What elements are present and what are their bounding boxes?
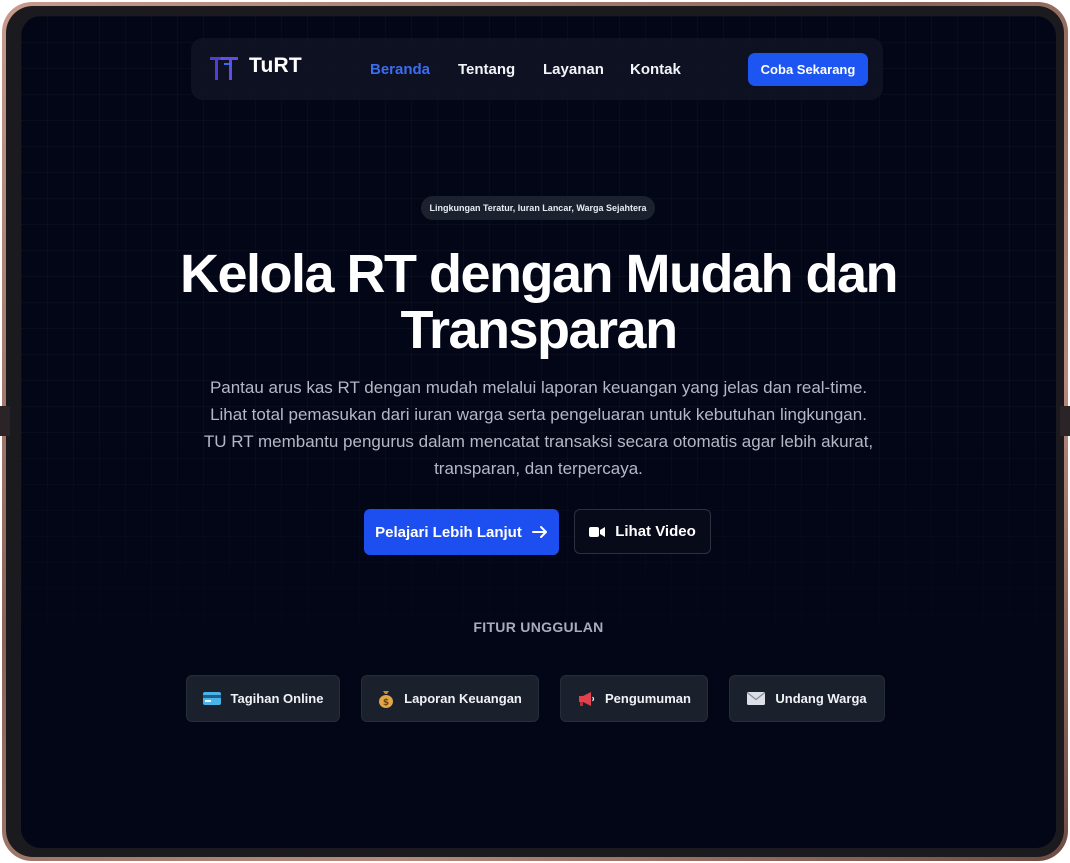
nav-link-layanan[interactable]: Layanan — [543, 61, 604, 78]
credit-card-icon — [202, 692, 221, 705]
feature-label: Laporan Keuangan — [404, 691, 522, 706]
hero-desc-line-3: TU RT membantu pengurus dalam mencatat t… — [203, 432, 874, 451]
megaphone-icon — [577, 691, 595, 707]
svg-text:$: $ — [383, 698, 389, 708]
feature-laporan-keuangan[interactable]: $ Laporan Keuangan — [361, 675, 539, 722]
feature-label: Tagihan Online — [230, 691, 324, 706]
money-bag-icon: $ — [378, 690, 394, 708]
logo-icon[interactable] — [209, 55, 239, 81]
watch-video-label: Lihat Video — [615, 523, 696, 540]
hero-description: Pantau arus kas RT dengan mudah melalui … — [151, 374, 926, 482]
nav-link-tentang[interactable]: Tentang — [458, 61, 515, 78]
feature-pengumuman[interactable]: Pengumuman — [560, 675, 708, 722]
nav-link-kontak[interactable]: Kontak — [630, 61, 681, 78]
feature-label: Undang Warga — [775, 691, 867, 706]
nav-link-beranda[interactable]: Beranda — [370, 61, 430, 78]
video-camera-icon — [589, 526, 606, 538]
hinge-right — [1060, 406, 1070, 436]
features-heading: FITUR UNGGULAN — [473, 619, 604, 635]
screen: TuRT Beranda Tentang Layanan Kontak Coba… — [21, 16, 1056, 848]
hero-desc-line-2: Lihat total pemasukan dari iuran warga s… — [210, 405, 867, 424]
try-now-button[interactable]: Coba Sekarang — [748, 53, 868, 86]
hero-title-line-2: Transparan — [400, 300, 678, 360]
brand-name[interactable]: TuRT — [249, 54, 302, 78]
watch-video-button[interactable]: Lihat Video — [574, 509, 711, 554]
hero-title-line-1: Kelola RT dengan Mudah dan — [179, 244, 899, 304]
hero-desc-line-4: transparan, dan terpercaya. — [434, 459, 643, 478]
hero-desc-line-1: Pantau arus kas RT dengan mudah melalui … — [209, 378, 868, 397]
hero-title: Kelola RT dengan Mudah dan Transparan — [81, 246, 996, 358]
learn-more-button[interactable]: Pelajari Lebih Lanjut — [364, 509, 559, 555]
tagline-badge: Lingkungan Teratur, Iuran Lancar, Warga … — [421, 196, 655, 220]
arrow-right-icon — [531, 525, 548, 539]
device-frame: TuRT Beranda Tentang Layanan Kontak Coba… — [0, 2, 1070, 861]
feature-undang-warga[interactable]: Undang Warga — [729, 675, 885, 722]
envelope-icon — [747, 692, 766, 705]
feature-label: Pengumuman — [605, 691, 691, 706]
feature-tagihan-online[interactable]: Tagihan Online — [186, 675, 340, 722]
hinge-left — [0, 406, 10, 436]
learn-more-label: Pelajari Lebih Lanjut — [375, 523, 522, 541]
navbar: TuRT Beranda Tentang Layanan Kontak Coba… — [191, 38, 883, 100]
